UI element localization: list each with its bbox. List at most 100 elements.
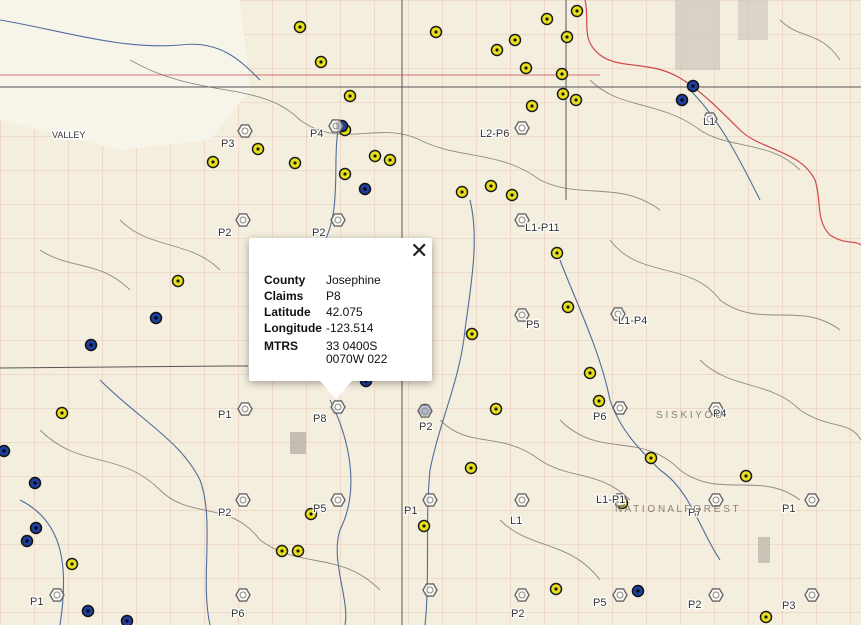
hexagon-marker[interactable] — [235, 493, 251, 507]
yellow-marker-dot — [597, 399, 601, 403]
hexagon-marker[interactable] — [330, 400, 346, 414]
yellow-marker-dot — [348, 94, 352, 98]
blue-marker-dot — [363, 187, 367, 191]
yellow-marker-dot — [470, 332, 474, 336]
attr-row-latitude: Latitude 42.075 — [264, 306, 387, 322]
map-label: P5 — [593, 597, 606, 609]
close-icon[interactable]: ✕ — [410, 240, 428, 262]
hexagon-marker[interactable] — [514, 588, 530, 602]
hexagon-marker[interactable] — [328, 119, 344, 133]
blue-marker-dot — [89, 343, 93, 347]
popup-pointer — [320, 381, 352, 399]
yellow-marker-dot — [460, 190, 464, 194]
attr-key: Longitude — [264, 321, 322, 335]
attr-value: 33 0400S 0070W 022 — [326, 338, 387, 366]
hexagon-marker[interactable] — [235, 588, 251, 602]
map-label: L1 — [510, 515, 522, 527]
map-label: P1 — [782, 503, 795, 515]
yellow-marker-dot — [588, 371, 592, 375]
attr-row-county: County Josephine — [264, 274, 387, 290]
yellow-marker-dot — [176, 279, 180, 283]
map-label: P5 — [526, 319, 539, 331]
yellow-marker-dot — [561, 92, 565, 96]
map-label: P5 — [313, 503, 326, 515]
yellow-marker-dot — [545, 17, 549, 21]
blue-marker-dot — [691, 84, 695, 88]
yellow-marker-dot — [469, 466, 473, 470]
hexagon-marker[interactable] — [804, 493, 820, 507]
yellow-marker-dot — [422, 524, 426, 528]
yellow-marker-dot — [256, 147, 260, 151]
yellow-marker-dot — [373, 154, 377, 158]
blue-marker-dot — [25, 539, 29, 543]
hexagon-marker[interactable] — [804, 588, 820, 602]
attr-row-longitude: Longitude -123.514 — [264, 322, 387, 338]
blue-marker-dot — [636, 589, 640, 593]
yellow-marker-dot — [60, 411, 64, 415]
claim-info-popup: ✕ County Josephine Claims P8 Latitude 42… — [249, 238, 432, 399]
hexagon-marker[interactable] — [422, 493, 438, 507]
attr-key: Claims — [264, 289, 304, 303]
attr-value: -123.514 — [326, 321, 374, 335]
blue-marker-dot — [125, 619, 129, 623]
yellow-marker-dot — [744, 474, 748, 478]
yellow-marker-dot — [319, 60, 323, 64]
yellow-marker-dot — [649, 456, 653, 460]
attr-value-line2: 0070W 022 — [326, 352, 388, 366]
map-label: S I S K I Y O U — [656, 410, 722, 421]
yellow-marker-dot — [70, 562, 74, 566]
blue-marker-dot — [154, 316, 158, 320]
map-label: P2 — [419, 421, 432, 433]
yellow-marker-dot — [280, 549, 284, 553]
map-label: P3 — [221, 138, 234, 150]
yellow-marker-dot — [211, 160, 215, 164]
yellow-marker-dot — [555, 251, 559, 255]
yellow-marker-dot — [524, 66, 528, 70]
hexagon-marker[interactable] — [514, 493, 530, 507]
yellow-marker-dot — [566, 305, 570, 309]
attr-value: 42.075 — [326, 305, 363, 319]
hexagon-marker[interactable] — [330, 493, 346, 507]
yellow-marker-dot — [513, 38, 517, 42]
hexagon-marker[interactable] — [417, 404, 433, 418]
map-label: N A T I O N A L F O R E S T — [615, 504, 739, 515]
map-label: L1-P11 — [525, 222, 560, 234]
map-label: P3 — [782, 600, 795, 612]
map-label: L2-P6 — [480, 128, 509, 140]
attr-key: MTRS — [264, 339, 298, 353]
yellow-marker-dot — [489, 184, 493, 188]
attr-key: County — [264, 273, 306, 287]
yellow-marker-dot — [554, 587, 558, 591]
hexagon-marker[interactable] — [422, 583, 438, 597]
map-label: L1 — [703, 116, 715, 128]
yellow-marker-dot — [495, 48, 499, 52]
map-label: P1 — [404, 505, 417, 517]
hexagon-marker[interactable] — [514, 121, 530, 135]
hexagon-marker[interactable] — [237, 124, 253, 138]
attr-row-mtrs: MTRS 33 0400S 0070W 022 — [264, 338, 387, 366]
map-label: L1-P4 — [618, 315, 647, 327]
yellow-marker-dot — [574, 98, 578, 102]
map-label: VALLEY — [52, 130, 85, 140]
attr-value: Josephine — [326, 273, 381, 287]
hexagon-marker[interactable] — [237, 402, 253, 416]
yellow-marker-dot — [575, 9, 579, 13]
hexagon-marker[interactable] — [708, 588, 724, 602]
map-label: P6 — [231, 608, 244, 620]
attr-row-claims: Claims P8 — [264, 290, 387, 306]
hexagon-marker[interactable] — [235, 213, 251, 227]
blue-marker-dot — [86, 609, 90, 613]
claim-attributes-table: County Josephine Claims P8 Latitude 42.0… — [264, 274, 387, 366]
hexagon-marker[interactable] — [612, 401, 628, 415]
yellow-marker-dot — [565, 35, 569, 39]
attr-key: Latitude — [264, 305, 311, 319]
attr-value: P8 — [326, 289, 341, 303]
blue-marker-dot — [2, 449, 6, 453]
hexagon-marker[interactable] — [612, 588, 628, 602]
blue-marker-dot — [34, 526, 38, 530]
hexagon-marker[interactable] — [330, 213, 346, 227]
yellow-marker-dot — [530, 104, 534, 108]
map-label: P2 — [511, 608, 524, 620]
hexagon-marker[interactable] — [49, 588, 65, 602]
blue-marker-dot — [33, 481, 37, 485]
